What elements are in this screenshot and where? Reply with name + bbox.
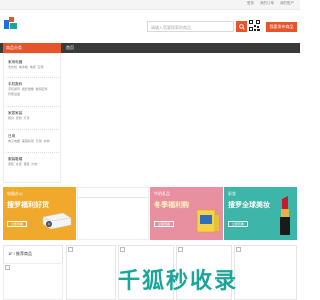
- category-items[interactable]: 男装 女装 童装 内衣: [8, 162, 62, 167]
- category-group[interactable]: 家居家装 厨具 家纺 灯具: [8, 111, 62, 121]
- broken-image-icon: [5, 265, 10, 270]
- search-icon: [238, 23, 245, 30]
- promo-subtitle: 电脑办公: [7, 191, 23, 196]
- category-divider: [6, 152, 59, 153]
- category-menu-button[interactable]: 商品分类: [3, 43, 61, 53]
- orders-link[interactable]: 我的订单: [260, 1, 274, 6]
- login-link[interactable]: 登录: [247, 1, 254, 6]
- projector-image: [42, 212, 72, 230]
- promo-cta-button[interactable]: 立即查看: [7, 221, 27, 227]
- category-group[interactable]: 家用电器 洗衣机 电冰箱 电视 空调: [8, 60, 62, 70]
- top-links: 登录 我的订单 我的账户: [247, 1, 294, 6]
- promo-cta-button[interactable]: 立即查看: [154, 221, 174, 227]
- category-items[interactable]: 手机通讯 摄影摄像 数码配件 智能设备: [8, 87, 48, 97]
- promo-subtitle: 彩妆: [228, 191, 236, 196]
- category-divider: [6, 129, 59, 130]
- milk-box-image: [196, 209, 219, 233]
- broken-image-icon: [236, 247, 241, 252]
- category-items[interactable]: 电子电器 美容彩妆 日用 衣物: [8, 139, 62, 144]
- product-card[interactable]: [234, 245, 297, 300]
- nav-home-link[interactable]: 首页: [66, 43, 74, 53]
- category-sidebar: 家用电器 洗衣机 电冰箱 电视 空调 手机数码 手机通讯 摄影摄像 数码配件 智…: [3, 53, 61, 183]
- category-items[interactable]: 厨具 家纺 灯具: [8, 116, 62, 121]
- product-card[interactable]: [66, 245, 116, 300]
- banner-divider: [78, 197, 148, 198]
- watermark-text: 千狐秒收录: [118, 268, 239, 293]
- account-link[interactable]: 我的账户: [280, 1, 294, 6]
- category-group[interactable]: 服装鞋帽 男装 女装 童装 内衣: [8, 157, 62, 167]
- search-input[interactable]: 请输入您要搜索的商品: [147, 21, 234, 32]
- promo-banner-blank[interactable]: [77, 187, 149, 240]
- broken-image-icon: [68, 247, 73, 252]
- promo-cta-button[interactable]: 立即查看: [228, 221, 248, 227]
- category-items[interactable]: 洗衣机 电冰箱 电视 空调: [8, 65, 62, 70]
- site-logo[interactable]: [4, 17, 18, 31]
- promo-banner-dairy[interactable]: 牛奶乳品 冬季福利购 立即查看: [150, 187, 223, 240]
- category-group[interactable]: 手机数码 手机通讯 摄影摄像 数码配件 智能设备: [8, 82, 62, 97]
- promo-subtitle: 牛奶乳品: [154, 191, 170, 196]
- publish-product-button[interactable]: 我要发布商品: [266, 22, 297, 32]
- promo-title: 冬季福利购: [154, 202, 189, 209]
- category-divider: [6, 77, 59, 78]
- category-divider: [6, 106, 59, 107]
- broken-image-icon: [120, 247, 125, 252]
- qr-code-icon: [249, 20, 260, 31]
- promo-banner-office[interactable]: 电脑办公 搜罗福利好货 立即查看: [3, 187, 76, 240]
- product-card[interactable]: [3, 263, 63, 300]
- search-button[interactable]: [236, 21, 247, 32]
- category-group[interactable]: 日用 电子电器 美容彩妆 日用 衣物: [8, 134, 62, 144]
- broken-image-icon: [178, 247, 183, 252]
- promo-title: 搜罗全球美妆: [228, 202, 270, 209]
- promo-banner-makeup[interactable]: 彩妆 搜罗全球美妆 立即查看: [224, 187, 297, 240]
- section-title: 1F / 推荐商品: [8, 251, 33, 256]
- top-utility-bar: 登录 我的订单 我的账户: [0, 0, 300, 10]
- lipstick-image: [280, 196, 290, 235]
